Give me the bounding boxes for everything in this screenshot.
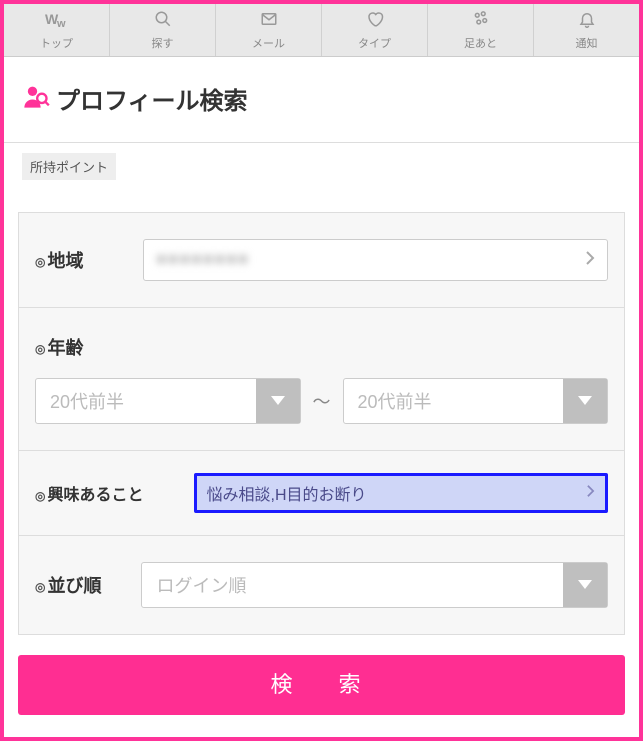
chevron-down-icon (563, 563, 607, 607)
top-nav: Ww トップ 探す メール タイプ 足あと 通知 (4, 4, 639, 57)
nav-notice[interactable]: 通知 (534, 4, 639, 56)
row-interest: ◎興味あること 悩み相談,H目的お断り (19, 451, 624, 536)
nav-top[interactable]: Ww トップ (4, 4, 110, 56)
svg-text:w: w (56, 18, 66, 28)
profile-search-icon (22, 82, 50, 115)
chevron-down-icon (256, 379, 300, 423)
nav-foot-label: 足あと (464, 38, 497, 50)
points-badge[interactable]: 所持ポイント (22, 153, 116, 180)
page-title: プロフィール検索 (56, 81, 248, 116)
interest-value: 悩み相談,H目的お断り (207, 481, 367, 505)
nav-mail-label: メール (252, 38, 285, 50)
divider (4, 142, 639, 143)
sort-value: ログイン順 (142, 563, 563, 607)
age-from-value: 20代前半 (36, 379, 256, 423)
row-age: ◎年齢 20代前半 〜 20代前半 (19, 308, 624, 451)
label-region: ◎地域 (35, 247, 83, 273)
interest-select[interactable]: 悩み相談,H目的お断り (194, 473, 609, 513)
chevron-down-icon (563, 379, 607, 423)
label-age: ◎年齢 (35, 338, 83, 358)
search-form: ◎地域 ■■■■■■■■ ◎年齢 20代前半 〜 20代前半 (18, 212, 625, 635)
label-interest: ◎興味あること (35, 481, 144, 505)
nav-notice-label: 通知 (576, 38, 598, 50)
nav-mail[interactable]: メール (216, 4, 322, 56)
nav-top-label: トップ (40, 38, 73, 50)
nav-foot[interactable]: 足あと (428, 4, 534, 56)
search-icon (110, 10, 215, 33)
nav-search[interactable]: 探す (110, 4, 216, 56)
age-to-value: 20代前半 (344, 379, 564, 423)
chevron-right-icon (585, 250, 595, 271)
nav-type-label: タイプ (358, 38, 391, 50)
logo-icon: Ww (4, 10, 109, 33)
heart-icon (322, 10, 427, 33)
age-to-select[interactable]: 20代前半 (343, 378, 609, 424)
page-header: プロフィール検索 (4, 57, 639, 142)
nav-search-label: 探す (152, 38, 174, 50)
row-region: ◎地域 ■■■■■■■■ (19, 213, 624, 308)
age-controls: 20代前半 〜 20代前半 (35, 378, 608, 424)
region-value: ■■■■■■■■ (156, 251, 249, 269)
label-sort: ◎並び順 (35, 572, 101, 598)
age-from-select[interactable]: 20代前半 (35, 378, 301, 424)
range-separator: 〜 (313, 388, 331, 414)
mail-icon (216, 10, 321, 33)
chevron-right-icon (586, 484, 595, 503)
row-sort: ◎並び順 ログイン順 (19, 536, 624, 634)
sort-select[interactable]: ログイン順 (141, 562, 608, 608)
search-button[interactable]: 検 索 (18, 655, 625, 715)
footprint-icon (428, 10, 533, 33)
nav-type[interactable]: タイプ (322, 4, 428, 56)
bell-icon (534, 10, 639, 33)
region-select[interactable]: ■■■■■■■■ (143, 239, 608, 281)
